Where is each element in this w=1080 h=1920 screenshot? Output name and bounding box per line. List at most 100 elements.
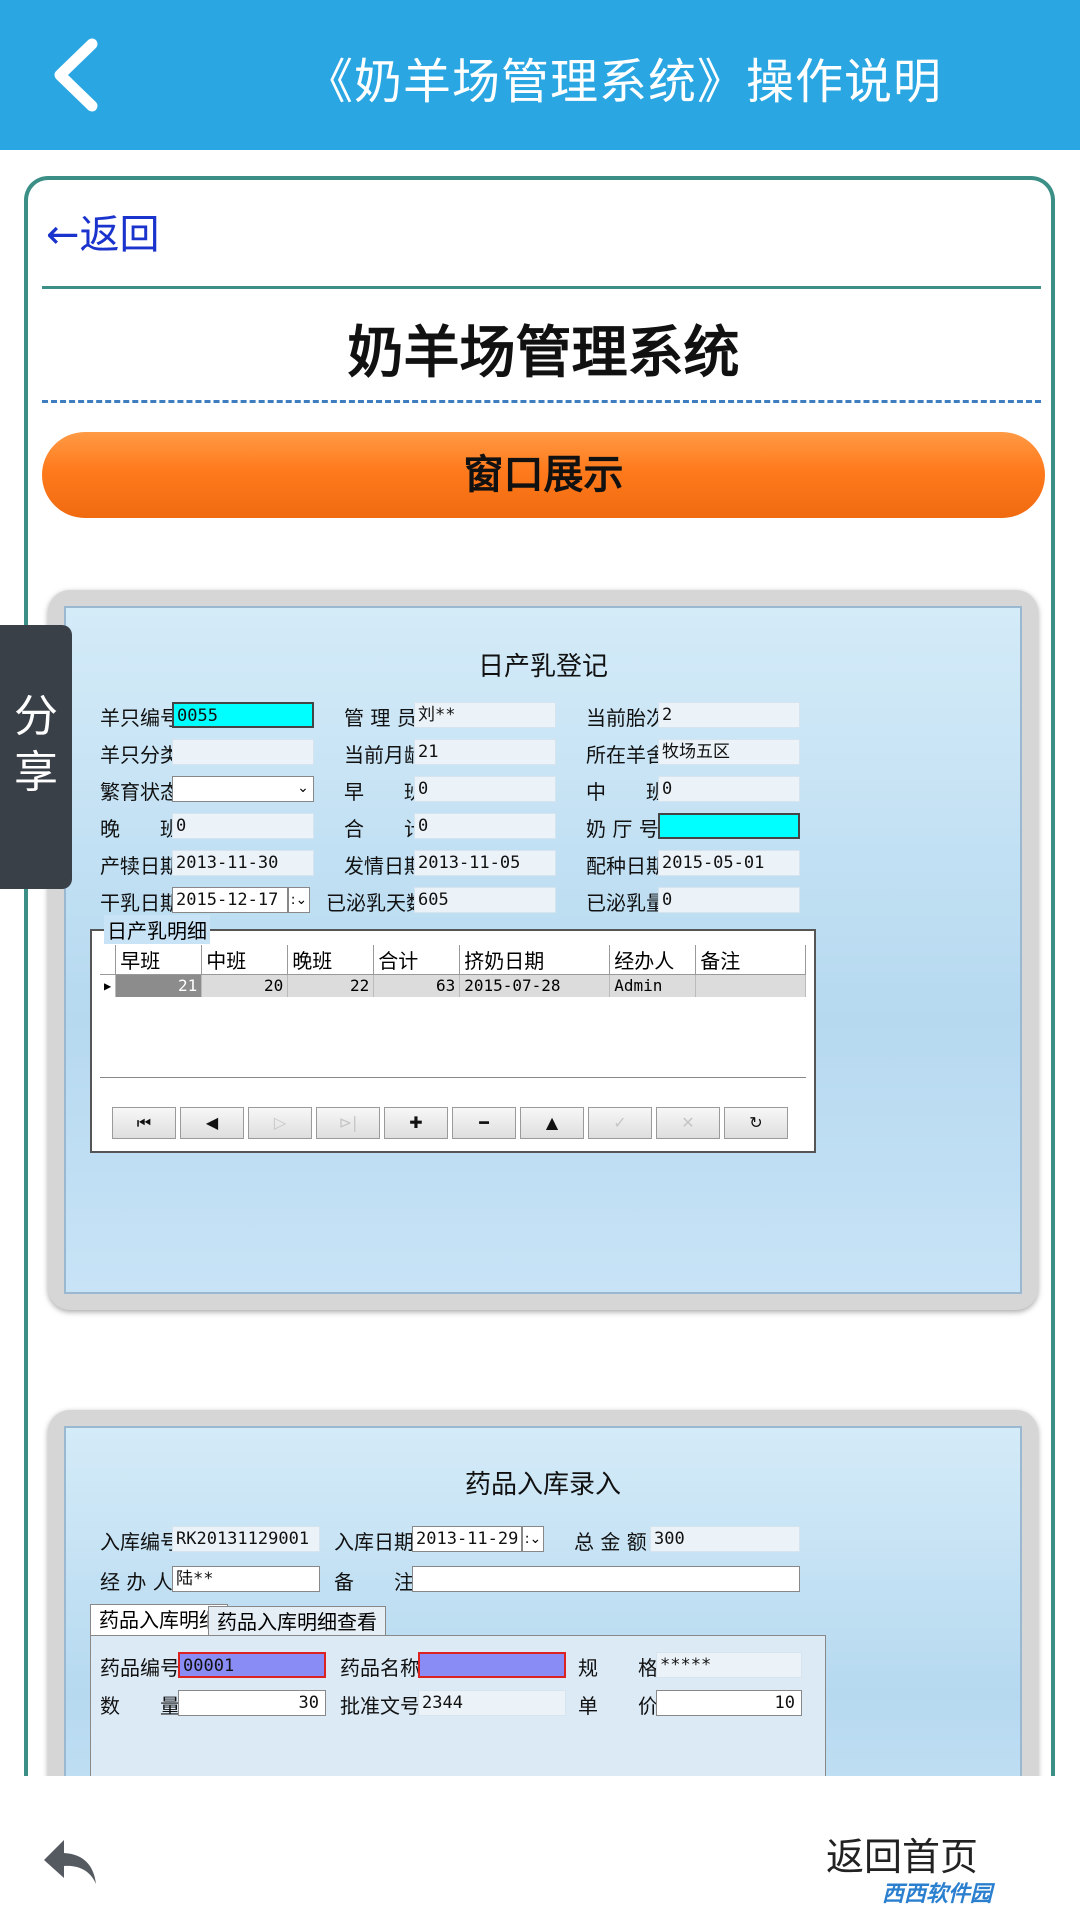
- back-chevron-icon[interactable]: [48, 38, 108, 112]
- share-label-2: 享: [14, 747, 58, 798]
- table-cell[interactable]: 63: [373, 974, 461, 997]
- window-title: 日产乳登记: [477, 652, 608, 682]
- back-link[interactable]: ←返回: [46, 202, 160, 260]
- approval-label: 批准文号: [340, 1694, 420, 1718]
- last-record-icon[interactable]: ⊳|: [316, 1107, 380, 1139]
- drug-name-label: 药品名称: [340, 1656, 420, 1680]
- in-date-field[interactable]: 2013-11-29: [412, 1526, 522, 1552]
- drug-inbound-window: 药品入库录入 入库编号 RK20131129001 入库日期 2013-11-2…: [64, 1426, 1022, 1796]
- table-cell[interactable]: 2015-07-28: [459, 974, 611, 997]
- table-cell[interactable]: 20: [201, 974, 289, 997]
- evening-field[interactable]: 0: [172, 813, 314, 839]
- qty-field[interactable]: 30: [178, 1690, 326, 1716]
- table-cell[interactable]: 22: [287, 974, 375, 997]
- top-bar: 《奶羊场管理系统》操作说明: [0, 0, 1080, 150]
- chevron-down-icon[interactable]: ⌄: [292, 776, 314, 802]
- sheep-no-label: 羊只编号: [100, 706, 180, 730]
- remark-field[interactable]: [412, 1566, 800, 1592]
- age-field[interactable]: 21: [414, 739, 556, 765]
- amount-label: 总 金 额: [574, 1530, 647, 1554]
- table-cell[interactable]: Admin: [609, 974, 697, 997]
- remark-label: 备 注: [334, 1570, 414, 1594]
- parity-field[interactable]: 2: [658, 702, 800, 728]
- column-header[interactable]: 挤奶日期: [459, 945, 611, 975]
- column-header[interactable]: 中班: [201, 945, 289, 975]
- row-indicator-icon: ▶: [100, 974, 117, 997]
- price-label: 单 价: [578, 1694, 658, 1718]
- content-card: ←返回 奶羊场管理系统 窗口展示 日产乳登记 羊只编号 0055 管 理 员 刘…: [24, 176, 1055, 1796]
- window-title: 药品入库录入: [464, 1470, 621, 1500]
- post-record-icon[interactable]: ✓: [588, 1107, 652, 1139]
- handler-field[interactable]: 陆**: [172, 1566, 320, 1592]
- drug-no-label: 药品编号: [100, 1656, 180, 1680]
- lact-days-label: 已泌乳天数: [326, 891, 426, 915]
- in-date-label: 入库日期: [334, 1530, 414, 1554]
- manager-field[interactable]: 刘**: [414, 702, 556, 728]
- indicator-header: [100, 945, 117, 975]
- pen-field[interactable]: 牧场五区: [658, 739, 800, 765]
- qty-label: 数 量: [100, 1694, 180, 1718]
- amount-field[interactable]: 300: [650, 1526, 800, 1552]
- dashed-divider: [42, 400, 1041, 403]
- table-row[interactable]: ▶ 21 20 22 63 2015-07-28 Admin: [100, 974, 806, 997]
- kidding-date-field[interactable]: 2013-11-30: [172, 850, 314, 876]
- midday-field[interactable]: 0: [658, 776, 800, 802]
- table-cell[interactable]: [695, 974, 806, 997]
- morning-field[interactable]: 0: [414, 776, 556, 802]
- lact-amount-label: 已泌乳量: [586, 891, 666, 915]
- in-no-label: 入库编号: [100, 1530, 180, 1554]
- home-button[interactable]: 返回首页: [826, 1826, 978, 1881]
- watermark-logo: 西西软件园: [882, 1882, 993, 1907]
- tab-drug-detail-view[interactable]: 药品入库明细查看: [208, 1606, 386, 1638]
- table-header-row: 早班 中班 晚班 合计 挤奶日期 经办人 备注: [100, 945, 806, 975]
- column-header[interactable]: 晚班: [287, 945, 375, 975]
- reply-back-icon[interactable]: [40, 1834, 100, 1890]
- table-cell[interactable]: 21: [115, 974, 203, 997]
- lact-amount-field[interactable]: 0: [658, 887, 800, 913]
- column-header[interactable]: 合计: [373, 945, 461, 975]
- morning-label: 早 班: [344, 780, 424, 804]
- evening-label: 晚 班: [100, 817, 180, 841]
- estrus-date-label: 发情日期: [344, 854, 424, 878]
- lact-days-field[interactable]: 605: [414, 887, 556, 913]
- approval-field[interactable]: 2344: [418, 1690, 566, 1716]
- drug-no-field[interactable]: 00001: [178, 1652, 326, 1678]
- drug-name-field[interactable]: [418, 1652, 566, 1678]
- edit-record-icon[interactable]: ▲: [520, 1107, 584, 1139]
- date-picker-icon[interactable]: :⌄: [288, 887, 310, 913]
- column-header[interactable]: 早班: [115, 945, 203, 975]
- add-record-icon[interactable]: ✚: [384, 1107, 448, 1139]
- page-title: 《奶羊场管理系统》操作说明: [305, 54, 943, 110]
- prev-record-icon[interactable]: ◀: [180, 1107, 244, 1139]
- milk-detail-table: 早班 中班 晚班 合计 挤奶日期 经办人 备注 ▶ 21 20 22 63 20…: [100, 945, 806, 997]
- estrus-date-field[interactable]: 2013-11-05: [414, 850, 556, 876]
- cancel-record-icon[interactable]: ✕: [656, 1107, 720, 1139]
- first-record-icon[interactable]: ⏮: [112, 1107, 176, 1139]
- milk-detail-group: 日产乳明细 早班 中班 晚班 合计 挤奶日期 经办人 备注 ▶ 21 20 22…: [90, 915, 816, 1153]
- grid-bottom-line: [100, 1077, 806, 1078]
- share-button[interactable]: 分 享: [0, 625, 72, 889]
- midday-label: 中 班: [586, 780, 666, 804]
- section-header: 窗口展示: [42, 432, 1045, 518]
- in-no-field[interactable]: RK20131129001: [172, 1526, 320, 1552]
- next-record-icon[interactable]: ▷: [248, 1107, 312, 1139]
- mating-date-field[interactable]: 2015-05-01: [658, 850, 800, 876]
- mating-date-label: 配种日期: [586, 854, 666, 878]
- spec-field[interactable]: *****: [656, 1652, 802, 1678]
- dry-date-field[interactable]: 2015-12-17: [172, 887, 288, 913]
- sheep-no-field[interactable]: 0055: [172, 702, 314, 728]
- parlor-field[interactable]: [658, 813, 800, 839]
- dry-date-label: 干乳日期: [100, 891, 180, 915]
- delete-record-icon[interactable]: ━: [452, 1107, 516, 1139]
- column-header[interactable]: 备注: [695, 945, 806, 975]
- handler-label: 经 办 人: [100, 1570, 173, 1594]
- total-field[interactable]: 0: [414, 813, 556, 839]
- category-field[interactable]: [172, 739, 314, 765]
- refresh-icon[interactable]: ↻: [724, 1107, 788, 1139]
- column-header[interactable]: 经办人: [609, 945, 697, 975]
- date-picker-icon[interactable]: :⌄: [522, 1526, 544, 1552]
- parlor-label: 奶 厅 号: [586, 817, 659, 841]
- price-field[interactable]: 10: [656, 1690, 802, 1716]
- spec-label: 规 格: [578, 1656, 658, 1680]
- screenshot-frame-milk-registration: 日产乳登记 羊只编号 0055 管 理 员 刘** 当前胎次 2 羊只分类 当前…: [48, 590, 1038, 1310]
